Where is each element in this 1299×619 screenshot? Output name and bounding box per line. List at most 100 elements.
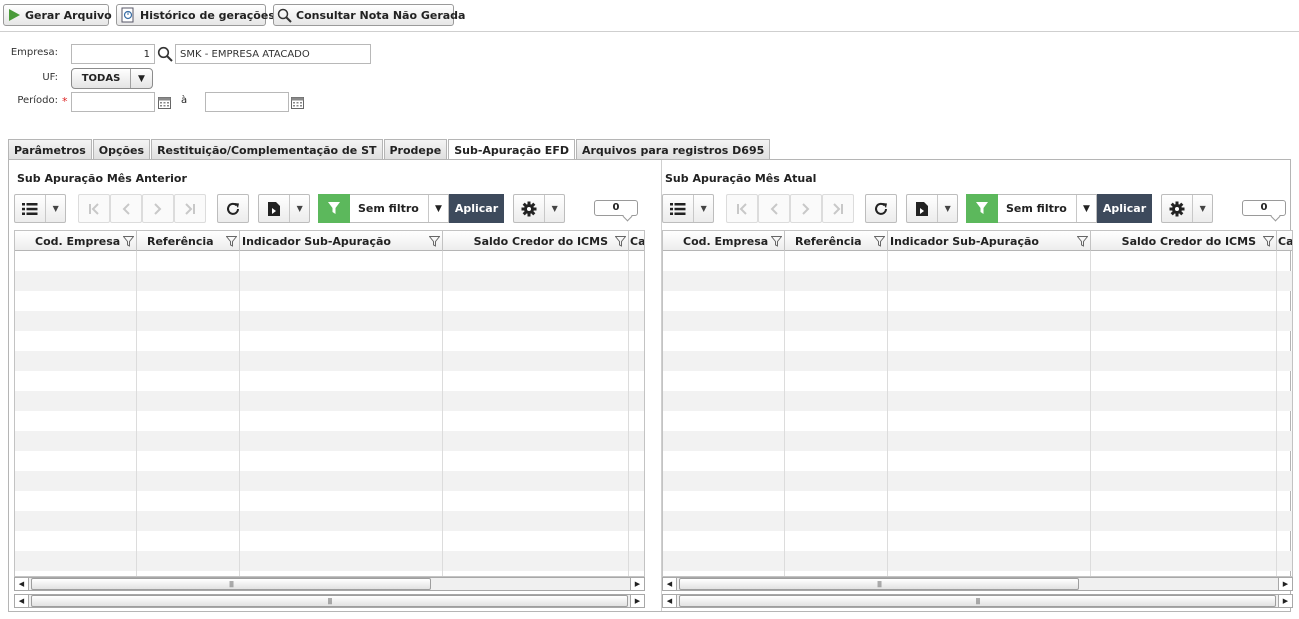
table-row[interactable] — [15, 531, 644, 551]
col-referencia[interactable]: Referência — [785, 231, 888, 251]
panel-horizontal-scrollbar[interactable]: ◀ |||| ▶ — [14, 594, 645, 608]
col-indicador-sub-apuracao[interactable]: Indicador Sub-Apuração — [240, 231, 443, 251]
tab-parametros[interactable]: Parâmetros — [8, 139, 92, 160]
column-filter-icon[interactable] — [120, 235, 136, 247]
column-filter-icon[interactable] — [1074, 235, 1090, 247]
table-row[interactable] — [15, 391, 644, 411]
table-row[interactable] — [15, 551, 644, 571]
table-row[interactable] — [663, 351, 1292, 371]
next-page-button[interactable] — [142, 194, 174, 223]
table-row[interactable] — [663, 531, 1292, 551]
table-row[interactable] — [15, 331, 644, 351]
uf-select[interactable]: TODAS ▼ — [71, 68, 153, 89]
lookup-search-icon[interactable] — [157, 46, 173, 62]
last-page-button[interactable] — [174, 194, 206, 223]
scroll-thumb[interactable]: |||| — [679, 578, 1079, 590]
table-row[interactable] — [663, 491, 1292, 511]
scroll-right-arrow[interactable]: ▶ — [630, 578, 644, 590]
table-row[interactable] — [663, 391, 1292, 411]
table-row[interactable] — [663, 411, 1292, 431]
filter-icon[interactable] — [966, 194, 998, 223]
table-row[interactable] — [663, 511, 1292, 531]
periodo-start-input[interactable] — [71, 92, 155, 112]
table-row[interactable] — [15, 291, 644, 311]
tab-arquivos-d695[interactable]: Arquivos para registros D695 — [575, 139, 771, 160]
column-filter-icon[interactable] — [1260, 235, 1276, 247]
table-row[interactable] — [663, 371, 1292, 391]
table-row[interactable] — [663, 471, 1292, 491]
table-row[interactable] — [15, 351, 644, 371]
table-row[interactable] — [15, 431, 644, 451]
first-page-button[interactable] — [726, 194, 758, 223]
scroll-right-arrow[interactable]: ▶ — [1278, 578, 1292, 590]
apply-filter-button[interactable]: Aplicar — [449, 194, 504, 223]
filter-select[interactable]: Sem filtro ▼ — [998, 194, 1097, 223]
gerar-arquivo-button[interactable]: Gerar Arquivo — [3, 4, 112, 26]
panel-horizontal-scrollbar[interactable]: ◀ |||| ▶ — [662, 594, 1293, 608]
col-saldo-credor-icms[interactable]: Saldo Credor do ICMS — [443, 231, 629, 251]
prev-page-button[interactable] — [110, 194, 142, 223]
last-page-button[interactable] — [822, 194, 854, 223]
table-row[interactable] — [663, 551, 1292, 571]
col-ca[interactable]: Ca — [1277, 231, 1292, 251]
tab-restituicao[interactable]: Restituição/Complementação de ST — [151, 139, 383, 160]
tab-prodepe[interactable]: Prodepe — [383, 139, 448, 160]
export-button[interactable]: ▼ — [258, 194, 310, 223]
refresh-button[interactable] — [217, 194, 249, 223]
table-row[interactable] — [15, 511, 644, 531]
scroll-left-arrow[interactable]: ◀ — [663, 595, 677, 607]
column-filter-icon[interactable] — [426, 235, 442, 247]
export-button[interactable]: ▼ — [906, 194, 958, 223]
calendar-icon[interactable] — [291, 97, 304, 109]
column-chooser-button[interactable]: ▼ — [662, 194, 714, 223]
column-filter-icon[interactable] — [871, 235, 887, 247]
table-row[interactable] — [15, 311, 644, 331]
table-row[interactable] — [663, 431, 1292, 451]
col-cod-empresa[interactable]: Cod. Empresa — [663, 231, 785, 251]
col-cod-empresa[interactable]: Cod. Empresa — [15, 231, 137, 251]
col-saldo-credor-icms[interactable]: Saldo Credor do ICMS — [1091, 231, 1277, 251]
settings-button[interactable]: ▼ — [1161, 194, 1213, 223]
scroll-right-arrow[interactable]: ▶ — [1278, 595, 1292, 607]
col-indicador-sub-apuracao[interactable]: Indicador Sub-Apuração — [888, 231, 1091, 251]
table-row[interactable] — [15, 471, 644, 491]
table-row[interactable] — [15, 411, 644, 431]
settings-button[interactable]: ▼ — [513, 194, 565, 223]
tab-sub-apuracao-efd[interactable]: Sub-Apuração EFD — [448, 139, 575, 161]
scroll-thumb[interactable]: |||| — [31, 595, 628, 607]
table-row[interactable] — [663, 311, 1292, 331]
periodo-end-input[interactable] — [205, 92, 289, 112]
refresh-button[interactable] — [865, 194, 897, 223]
table-row[interactable] — [15, 451, 644, 471]
grid-horizontal-scrollbar[interactable]: ◀ |||| ▶ — [662, 577, 1293, 591]
table-row[interactable] — [663, 331, 1292, 351]
scroll-left-arrow[interactable]: ◀ — [15, 578, 29, 590]
historico-button[interactable]: Histórico de gerações — [116, 4, 275, 26]
calendar-icon[interactable] — [158, 97, 171, 109]
scroll-left-arrow[interactable]: ◀ — [663, 578, 677, 590]
column-filter-icon[interactable] — [223, 235, 239, 247]
next-page-button[interactable] — [790, 194, 822, 223]
consultar-nota-button[interactable]: Consultar Nota Não Gerada — [273, 4, 465, 26]
scroll-thumb[interactable]: |||| — [31, 578, 431, 590]
grid-horizontal-scrollbar[interactable]: ◀ |||| ▶ — [14, 577, 645, 591]
column-filter-icon[interactable] — [612, 235, 628, 247]
table-row[interactable] — [15, 371, 644, 391]
tab-opcoes[interactable]: Opções — [92, 139, 151, 160]
table-row[interactable] — [663, 251, 1292, 271]
column-filter-icon[interactable] — [768, 235, 784, 247]
column-chooser-button[interactable]: ▼ — [14, 194, 66, 223]
table-row[interactable] — [663, 291, 1292, 311]
table-row[interactable] — [15, 271, 644, 291]
col-ca[interactable]: Ca — [629, 231, 644, 251]
table-row[interactable] — [663, 451, 1292, 471]
prev-page-button[interactable] — [758, 194, 790, 223]
scroll-right-arrow[interactable]: ▶ — [630, 595, 644, 607]
table-row[interactable] — [663, 271, 1292, 291]
filter-icon[interactable] — [318, 194, 350, 223]
first-page-button[interactable] — [78, 194, 110, 223]
filter-select[interactable]: Sem filtro ▼ — [350, 194, 449, 223]
table-row[interactable] — [15, 491, 644, 511]
empresa-code-input[interactable]: 1 — [71, 44, 155, 64]
col-referencia[interactable]: Referência — [137, 231, 240, 251]
